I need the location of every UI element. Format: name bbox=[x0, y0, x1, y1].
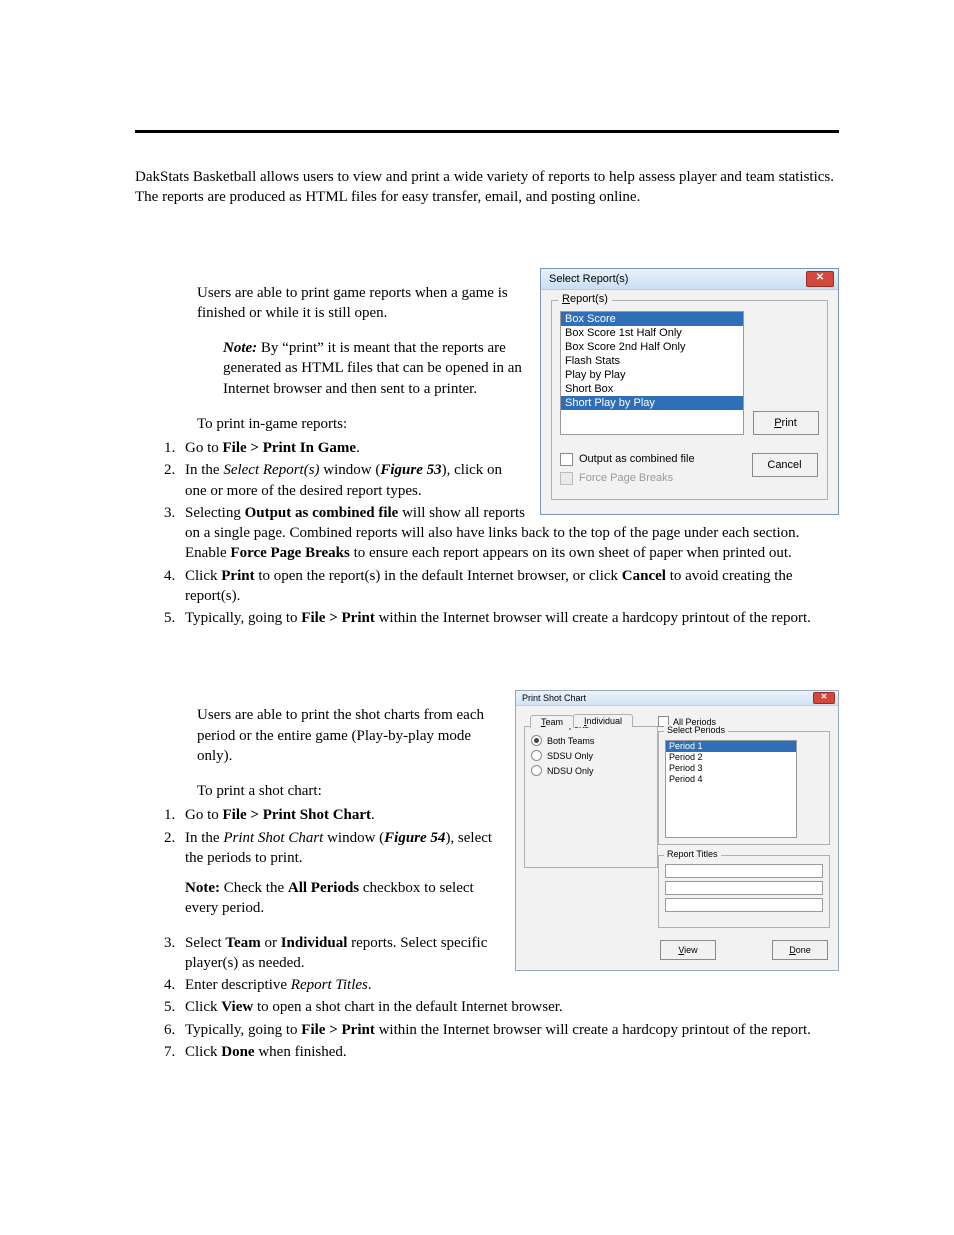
top-divider bbox=[135, 130, 839, 133]
period-option[interactable]: Period 3 bbox=[666, 763, 796, 774]
report-option[interactable]: Box Score 2nd Half Only bbox=[561, 340, 743, 354]
period-option[interactable]: Period 2 bbox=[666, 752, 796, 763]
cancel-button[interactable]: Cancel bbox=[752, 453, 818, 477]
close-icon[interactable]: ✕ bbox=[813, 692, 835, 704]
dialog-title: Print Shot Chart bbox=[522, 693, 586, 703]
step: Enter descriptive Report Titles. bbox=[179, 975, 839, 995]
report-option[interactable]: Box Score bbox=[561, 312, 743, 326]
close-icon[interactable]: ✕ bbox=[806, 271, 834, 287]
tab-individual[interactable]: Individual bbox=[573, 714, 633, 727]
reports-group-label: Report(s) bbox=[558, 293, 612, 305]
select-periods-group-label: Select Periods bbox=[664, 725, 728, 735]
report-option[interactable]: Short Play by Play bbox=[561, 396, 743, 410]
period-option[interactable]: Period 1 bbox=[666, 741, 796, 752]
print-button[interactable]: Print bbox=[753, 411, 819, 435]
report-option[interactable]: Short Box bbox=[561, 382, 743, 396]
step: Typically, going to File > Print within … bbox=[179, 1020, 839, 1040]
reports-list[interactable]: Box ScoreBox Score 1st Half OnlyBox Scor… bbox=[560, 311, 744, 435]
team-radio[interactable]: NDSU Only bbox=[531, 765, 651, 776]
force-page-breaks-checkbox: Force Page Breaks bbox=[560, 472, 750, 485]
team-radio[interactable]: SDSU Only bbox=[531, 750, 651, 761]
report-title-input-1[interactable] bbox=[665, 864, 823, 878]
intro-paragraph: DakStats Basketball allows users to view… bbox=[135, 167, 839, 208]
period-option[interactable]: Period 4 bbox=[666, 774, 796, 785]
step: Click Done when finished. bbox=[179, 1042, 839, 1062]
view-button[interactable]: View bbox=[660, 940, 716, 960]
step: Click View to open a shot chart in the d… bbox=[179, 997, 839, 1017]
report-option[interactable]: Flash Stats bbox=[561, 354, 743, 368]
step: Click Print to open the report(s) in the… bbox=[179, 566, 839, 607]
report-option[interactable]: Box Score 1st Half Only bbox=[561, 326, 743, 340]
select-reports-dialog: Select Report(s) ✕ Report(s) Box ScoreBo… bbox=[540, 268, 839, 515]
print-shot-chart-dialog: Print Shot Chart ✕ Team Individual Team … bbox=[515, 690, 839, 971]
report-option[interactable]: Play by Play bbox=[561, 368, 743, 382]
step: Typically, going to File > Print within … bbox=[179, 608, 839, 628]
done-button[interactable]: Done bbox=[772, 940, 828, 960]
periods-list[interactable]: Period 1Period 2Period 3Period 4 bbox=[665, 740, 797, 838]
tab-team[interactable]: Team bbox=[530, 715, 574, 728]
report-title-input-2[interactable] bbox=[665, 881, 823, 895]
team-radio[interactable]: Both Teams bbox=[531, 735, 651, 746]
report-titles-group-label: Report Titles bbox=[664, 849, 721, 859]
output-combined-checkbox[interactable]: Output as combined file bbox=[560, 453, 750, 466]
dialog-title: Select Report(s) bbox=[549, 273, 628, 285]
report-title-input-3[interactable] bbox=[665, 898, 823, 912]
